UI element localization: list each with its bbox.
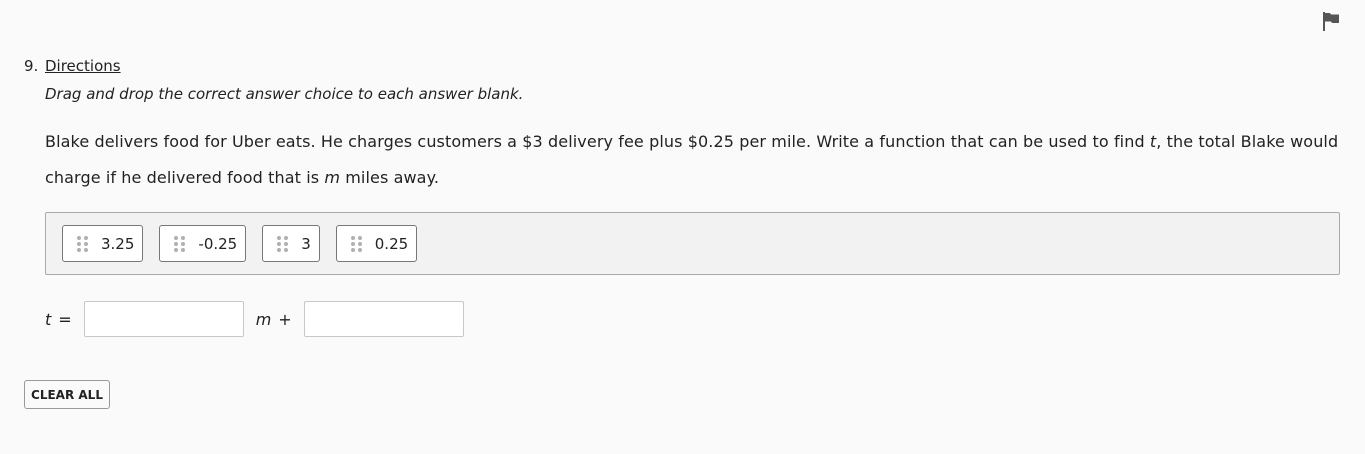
directions-link[interactable]: Directions <box>45 57 121 75</box>
clear-all-button[interactable]: CLEAR ALL <box>24 380 110 409</box>
answer-blank-2[interactable] <box>303 301 464 337</box>
equation-variable-t: t <box>45 309 52 329</box>
drag-handle-icon <box>174 235 186 252</box>
answer-choice-label: 3.25 <box>101 234 135 253</box>
answer-choice-label: 0.25 <box>374 234 409 253</box>
plus-sign: + <box>278 309 292 329</box>
equation-variable-m: m <box>255 309 272 329</box>
answer-choice[interactable]: -0.25 <box>159 225 247 262</box>
answer-choice-label: 3 <box>301 234 311 253</box>
question-number: 9. <box>24 57 39 75</box>
stem-text-3: miles away. <box>340 168 440 187</box>
equals-sign: = <box>58 309 72 329</box>
answer-choice-label: -0.25 <box>198 234 238 253</box>
directions-text: Drag and drop the correct answer choice … <box>45 85 524 103</box>
equation-row: t = m + <box>45 301 464 337</box>
drag-handle-icon <box>350 235 362 252</box>
drag-handle-icon <box>277 235 289 252</box>
drag-handle-icon <box>77 235 88 252</box>
answer-blank-1[interactable] <box>83 301 244 337</box>
question-stem: Blake delivers food for Uber eats. He ch… <box>45 124 1345 196</box>
flag-icon[interactable] <box>1322 11 1340 31</box>
answer-bank: 3.25 -0.25 3 0.25 <box>45 212 1340 275</box>
stem-variable-m: m <box>324 168 341 187</box>
answer-choice[interactable]: 3 <box>262 225 320 262</box>
answer-choice[interactable]: 0.25 <box>335 225 418 262</box>
answer-choices: 3.25 -0.25 3 0.25 <box>62 225 418 262</box>
answer-choice[interactable]: 3.25 <box>62 225 144 262</box>
stem-text-1: Blake delivers food for Uber eats. He ch… <box>45 132 1150 151</box>
question-page: 9. Directions Drag and drop the correct … <box>0 0 1365 454</box>
